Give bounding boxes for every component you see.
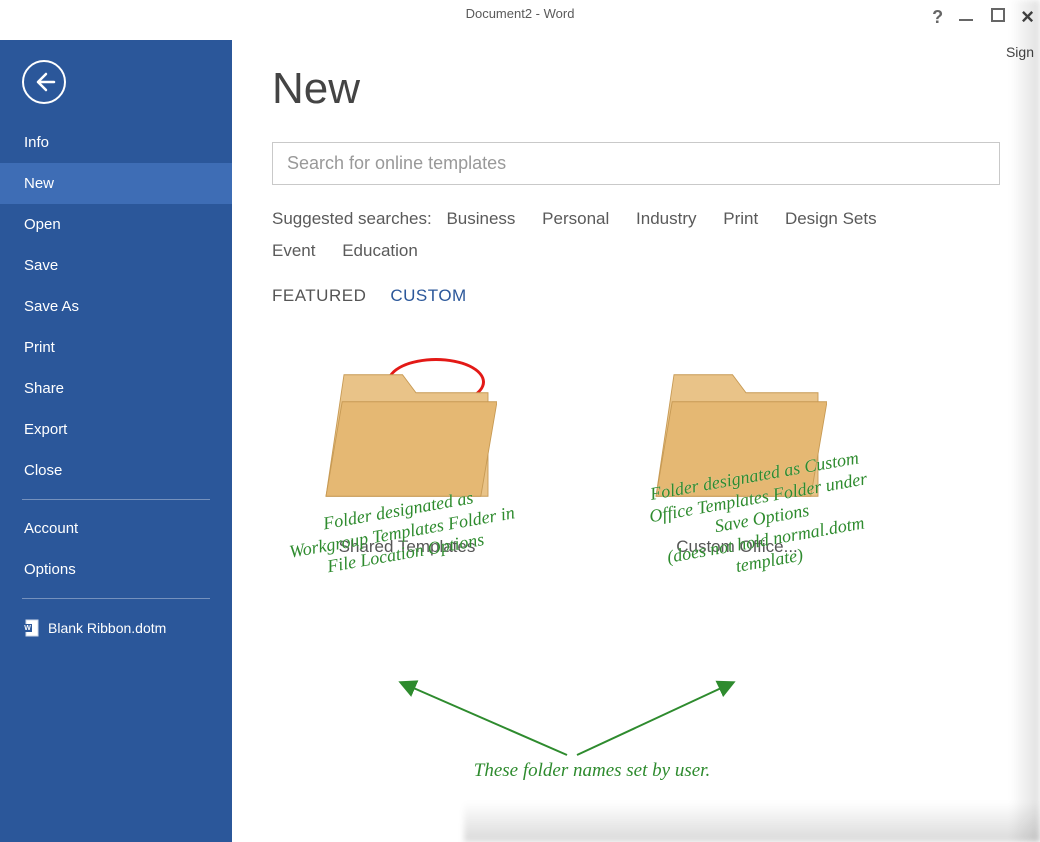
title-bar: Document2 - Word ? × [0, 0, 1040, 40]
suggested-link[interactable]: Print [723, 209, 758, 228]
nav-print[interactable]: Print [0, 327, 232, 368]
suggested-link[interactable]: Event [272, 241, 315, 260]
window-controls: ? × [932, 4, 1034, 30]
nav-open[interactable]: Open [0, 204, 232, 245]
restore-icon[interactable] [989, 6, 1007, 29]
annotation-arrow-right [562, 675, 762, 765]
annotation-arrow-left [387, 675, 587, 765]
help-icon[interactable]: ? [932, 7, 943, 28]
nav-options[interactable]: Options [0, 549, 232, 590]
back-button[interactable] [22, 60, 66, 104]
nav-new[interactable]: New [0, 163, 232, 204]
template-tabs: FEATURED CUSTOM [272, 286, 1000, 306]
folder-label: Shared Templates [339, 537, 476, 557]
arrow-left-icon [32, 70, 56, 94]
suggested-link[interactable]: Business [446, 209, 515, 228]
backstage-sidebar: Info New Open Save Save As Print Share E… [0, 40, 232, 842]
window-title: Document2 - Word [466, 6, 575, 21]
nav-account[interactable]: Account [0, 508, 232, 549]
folder-custom-office[interactable]: Custom Office... [632, 356, 842, 557]
nav-share[interactable]: Share [0, 368, 232, 409]
suggested-label: Suggested searches: [272, 209, 432, 228]
suggested-link[interactable]: Education [342, 241, 418, 260]
nav-close[interactable]: Close [0, 450, 232, 491]
nav-divider [22, 499, 210, 500]
tab-custom[interactable]: CUSTOM [390, 286, 466, 306]
suggested-link[interactable]: Industry [636, 209, 696, 228]
suggested-searches: Suggested searches: Business Personal In… [272, 203, 1000, 268]
folder-icon [317, 356, 497, 511]
nav-list-bottom: Account Options [0, 508, 232, 590]
folder-shared-templates[interactable]: Shared Templates [302, 356, 512, 557]
suggested-link[interactable]: Design Sets [785, 209, 877, 228]
torn-edge-bottom [464, 802, 1040, 842]
page-title: New [272, 64, 1000, 114]
close-icon[interactable]: × [1021, 4, 1034, 30]
backstage-main: New Suggested searches: Business Persona… [232, 40, 1040, 842]
annotation-bottom: These folder names set by user. [392, 760, 792, 783]
folder-icon [647, 356, 827, 511]
template-folders: Shared Templates Custom Office... [302, 356, 1000, 557]
minimize-icon[interactable] [957, 6, 975, 29]
recent-document-label: Blank Ribbon.dotm [48, 620, 166, 636]
folder-label: Custom Office... [676, 537, 798, 557]
suggested-link[interactable]: Personal [542, 209, 609, 228]
nav-save-as[interactable]: Save As [0, 286, 232, 327]
template-search-input[interactable] [272, 142, 1000, 185]
nav-save[interactable]: Save [0, 245, 232, 286]
recent-document[interactable]: W Blank Ribbon.dotm [0, 607, 232, 649]
svg-text:W: W [24, 625, 31, 632]
nav-export[interactable]: Export [0, 409, 232, 450]
word-document-icon: W [22, 619, 40, 637]
nav-info[interactable]: Info [0, 122, 232, 163]
tab-featured[interactable]: FEATURED [272, 286, 366, 306]
nav-divider-2 [22, 598, 210, 599]
nav-list: Info New Open Save Save As Print Share E… [0, 122, 232, 491]
